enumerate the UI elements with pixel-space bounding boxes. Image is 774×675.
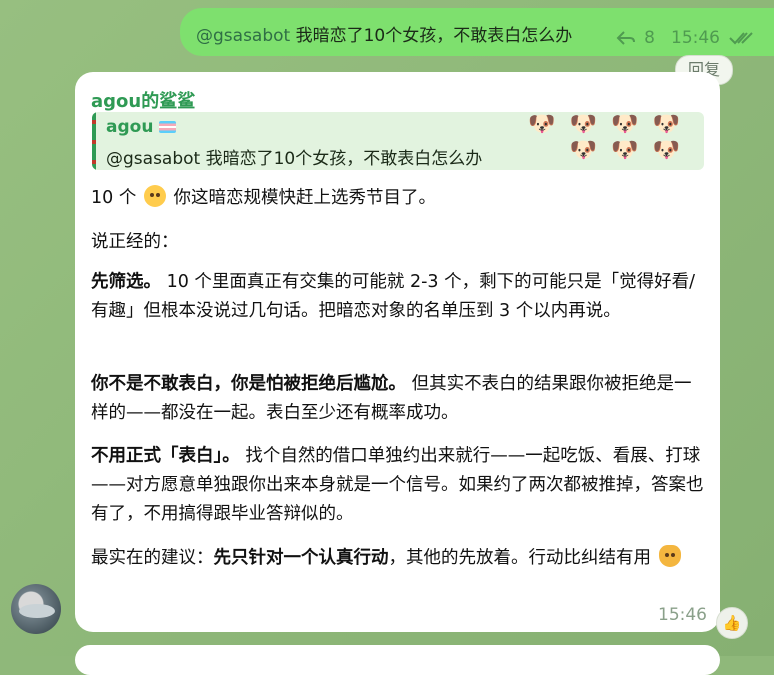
incoming-time: 15:46 xyxy=(658,605,707,625)
quote-text: @gsasabot 我暗恋了10个女孩，不敢表白怎么办 xyxy=(106,149,483,169)
avatar[interactable] xyxy=(11,584,61,634)
quote-author: agou xyxy=(106,117,177,137)
paragraph-2: 说正经的： xyxy=(91,232,179,252)
reply-count: 8 xyxy=(644,28,655,48)
paragraph-1: 10 个 你这暗恋规模快赶上选秀节目了。 xyxy=(91,184,706,213)
incoming-message-bubble[interactable]: agou的鲨鲨 🐶🐶🐶🐶 🐶🐶🐶 agou @gsasabot 我暗恋了10个女… xyxy=(75,72,720,632)
paragraph-6: 最实在的建议：先只针对一个认真行动，其他的先放着。行动比纠结有用 xyxy=(91,544,706,573)
sender-name[interactable]: agou的鲨鲨 xyxy=(91,87,195,113)
dog-pattern-icon: 🐶🐶🐶🐶 🐶🐶🐶 xyxy=(528,112,694,163)
crying-laughing-cat-icon xyxy=(143,185,166,207)
outgoing-message-body: 我暗恋了10个女孩，不敢表白怎么办 xyxy=(290,26,573,46)
mention-link[interactable]: @gsasabot xyxy=(196,26,290,46)
next-message-bubble[interactable] xyxy=(75,645,720,675)
cat-icon xyxy=(658,545,681,567)
double-check-icon xyxy=(728,30,754,46)
flag-icon xyxy=(159,121,177,133)
paragraph-3: 先筛选。 10 个里面真正有交集的可能就 2-3 个，剩下的可能只是「觉得好看/… xyxy=(91,272,695,321)
thumbs-up-reaction-icon[interactable]: 👍 xyxy=(716,607,748,639)
outgoing-message-bubble[interactable]: @gsasabot 我暗恋了10个女孩，不敢表白怎么办 8 15:46 xyxy=(180,8,774,56)
reply-arrow-icon[interactable] xyxy=(616,30,636,46)
outgoing-message-text: @gsasabot 我暗恋了10个女孩，不敢表白怎么办 xyxy=(196,21,572,46)
reply-quote[interactable]: 🐶🐶🐶🐶 🐶🐶🐶 agou @gsasabot 我暗恋了10个女孩，不敢表白怎么… xyxy=(92,112,704,170)
paragraph-4: 你不是不敢表白，你是怕被拒绝后尴尬。 但其实不表白的结果跟你被拒绝是一样的——都… xyxy=(91,374,692,423)
outgoing-message-meta: 8 15:46 xyxy=(616,28,754,48)
outgoing-time: 15:46 xyxy=(671,28,720,48)
paragraph-5: 不用正式「表白」。 找个自然的借口单独约出来就行——一起吃饭、看展、打球——对方… xyxy=(91,446,704,524)
quote-bar xyxy=(92,112,96,170)
